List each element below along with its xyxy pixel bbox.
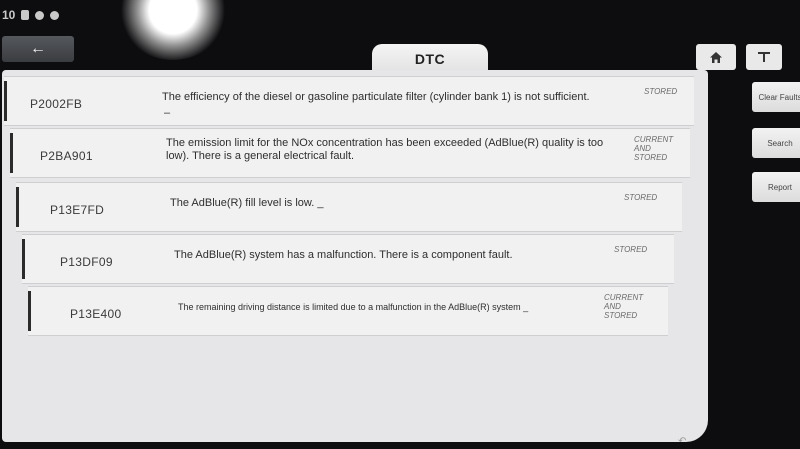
row-accent [28, 291, 31, 331]
sd-card-icon [21, 10, 30, 20]
status-bar: 10 [0, 0, 130, 30]
page-title: DTC [414, 51, 446, 67]
tool-icon [758, 52, 770, 62]
clear-faults-label: Clear Faults [758, 92, 800, 102]
dtc-row[interactable]: P13DF09 The AdBlue(R) system has a malfu… [22, 234, 674, 284]
row-accent [22, 239, 25, 279]
report-button[interactable]: Report [752, 172, 800, 202]
dtc-status: STORED [624, 193, 658, 202]
dtc-extra: – [164, 107, 171, 119]
dtc-status: STORED [644, 87, 678, 96]
dtc-status: CURRENT And STORED [634, 135, 674, 162]
dtc-row[interactable]: P2002FB The efficiency of the diesel or … [4, 76, 694, 126]
dtc-status: STORED [614, 245, 648, 254]
search-label: Search [767, 138, 793, 148]
row-accent [10, 133, 13, 173]
dtc-description: The remaining driving distance is limite… [178, 302, 529, 312]
row-accent [4, 81, 7, 121]
dtc-status: CURRENT And STORED [604, 293, 644, 320]
clear-faults-button[interactable]: Clear Faults [752, 82, 800, 112]
home-icon [710, 51, 722, 63]
back-arrow-icon: ← [30, 40, 46, 57]
search-button[interactable]: Search [752, 128, 800, 158]
light-glare [118, 0, 228, 60]
system-back-icon[interactable]: ↶ [678, 436, 686, 447]
dtc-code: P13E7FD [50, 203, 105, 217]
dtc-description: The emission limit for the NOx concentra… [166, 137, 604, 162]
dtc-row[interactable]: P2BA901 The emission limit for the NOx c… [10, 128, 690, 178]
settings-icon [35, 10, 45, 20]
dtc-list-panel: P2002FB The efficiency of the diesel or … [2, 70, 708, 442]
dtc-description: The AdBlue(R) fill level is low. _ [170, 197, 324, 209]
dtc-code: P2BA901 [40, 149, 93, 163]
info-icon [50, 10, 60, 20]
dtc-code: P13DF09 [60, 255, 113, 269]
dtc-description: The AdBlue(R) system has a malfunction. … [174, 249, 513, 261]
home-button[interactable] [696, 44, 736, 70]
row-accent [16, 187, 19, 227]
tools-button[interactable] [746, 44, 782, 70]
dtc-description: The efficiency of the diesel or gasoline… [162, 91, 590, 103]
status-time: 10 [2, 8, 16, 22]
dtc-row[interactable]: P13E7FD The AdBlue(R) fill level is low.… [16, 182, 682, 232]
back-button[interactable]: ← [2, 36, 74, 62]
dtc-row[interactable]: P13E400 The remaining driving distance i… [28, 286, 668, 336]
dtc-code: P2002FB [30, 97, 83, 111]
dtc-code: P13E400 [70, 307, 122, 321]
report-label: Report [767, 182, 792, 192]
